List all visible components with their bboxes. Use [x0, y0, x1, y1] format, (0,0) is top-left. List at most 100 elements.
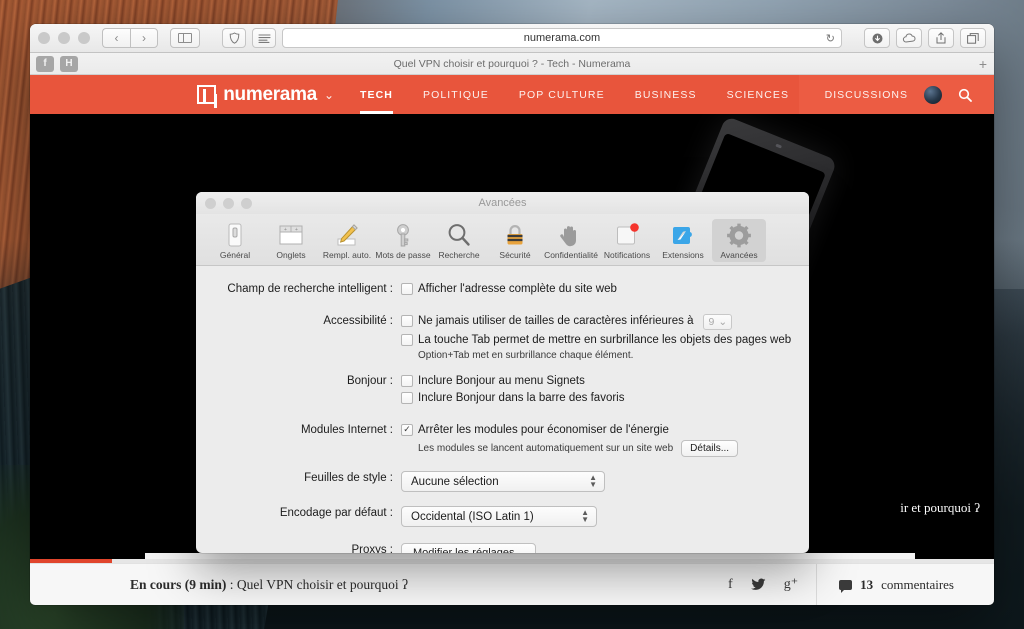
nav-item-politique[interactable]: POLITIQUE	[423, 75, 489, 114]
prefs-tab-search-label: Recherche	[438, 250, 480, 260]
downloads-button[interactable]	[864, 28, 890, 48]
bonjour-bookmarks-row[interactable]: Inclure Bonjour au menu Signets	[401, 374, 809, 388]
search-icon[interactable]	[958, 88, 972, 102]
forward-button[interactable]: ›	[130, 28, 158, 48]
prefs-tab-privacy[interactable]: Confidentialité	[544, 219, 598, 262]
svg-text:+: +	[295, 227, 298, 233]
minimize-button[interactable]	[58, 32, 70, 44]
bottom-status-title: Quel VPN choisir et pourquoi ʔ	[236, 576, 409, 592]
nav-item-discussions[interactable]: DISCUSSIONS	[825, 75, 908, 114]
site-nav-right: DISCUSSIONS	[798, 75, 994, 114]
plugins-details-button[interactable]: Détails...	[681, 440, 739, 458]
googleplus-share-icon[interactable]: g⁺	[784, 576, 798, 593]
prefs-tab-autofill[interactable]: Rempl. auto.	[320, 219, 374, 262]
prefs-tab-extensions[interactable]: Extensions	[656, 219, 710, 262]
safari-toolbar: ‹ › numerama.com ↻	[30, 24, 994, 53]
navigation-buttons: ‹ ›	[102, 28, 158, 48]
key-icon	[389, 222, 417, 249]
min-font-size-checkbox[interactable]	[401, 314, 413, 327]
share-button[interactable]	[928, 28, 954, 48]
encoding-value: Occidental (ISO Latin 1)	[411, 510, 534, 523]
notification-badge-icon	[613, 222, 641, 249]
gear-icon	[725, 222, 753, 249]
nav-item-business[interactable]: BUSINESS	[635, 75, 697, 114]
bonjour-favorites-row[interactable]: Inclure Bonjour dans la barre des favori…	[401, 391, 809, 405]
favorites-bar: f H Quel VPN choisir et pourquoi ? - Tec…	[30, 53, 994, 75]
shield-button[interactable]	[222, 28, 246, 48]
sidebar-button[interactable]	[170, 28, 200, 48]
chevron-down-icon: ⌄	[718, 315, 728, 328]
tab-highlight-label: La touche Tab permet de mettre en surbri…	[418, 333, 792, 346]
chevron-down-icon[interactable]: ⌄	[324, 88, 334, 102]
reload-button[interactable]: ↻	[826, 32, 835, 45]
download-icon	[872, 33, 882, 43]
tabs-icon: + +	[277, 222, 305, 249]
site-navbar: numerama ⌄ TECH POLITIQUE POP CULTURE BU…	[30, 75, 994, 114]
tab-title[interactable]: Quel VPN choisir et pourquoi ? - Tech - …	[30, 58, 994, 70]
tabs-overview-icon	[967, 32, 979, 44]
tab-highlight-row[interactable]: La touche Tab permet de mettre en surbri…	[401, 333, 809, 347]
row-smart-search: Champ de recherche intelligent : Affiche…	[196, 282, 809, 299]
address-bar-area: numerama.com ↻	[200, 28, 864, 48]
address-bar[interactable]: numerama.com ↻	[282, 28, 842, 48]
prefs-tab-privacy-label: Confidentialité	[544, 250, 598, 260]
comments-link[interactable]: 13 commentaires	[816, 564, 994, 605]
stylesheet-select[interactable]: Aucune sélection ▲ ▼	[401, 471, 605, 493]
tab-highlight-checkbox[interactable]	[401, 333, 413, 346]
stop-plugins-checkbox[interactable]: ✓	[401, 423, 413, 436]
prefs-tab-advanced[interactable]: Avancées	[712, 219, 766, 263]
icloud-tabs-button[interactable]	[896, 28, 922, 48]
bonjour-favorites-label: Inclure Bonjour dans la barre des favori…	[418, 392, 625, 405]
prefs-tab-security[interactable]: Sécurité	[488, 219, 542, 262]
padlock-icon	[501, 222, 529, 249]
avatar[interactable]	[924, 85, 942, 104]
show-all-tabs-button[interactable]	[960, 28, 986, 48]
bonjour-bookmarks-checkbox[interactable]	[401, 375, 413, 388]
nav-item-pop-culture[interactable]: POP CULTURE	[519, 75, 605, 114]
prefs-tab-passwords[interactable]: Mots de passe	[375, 219, 431, 262]
zoom-button[interactable]	[78, 32, 90, 44]
close-button[interactable]	[38, 32, 50, 44]
accessibility-label: Accessibilité :	[323, 314, 393, 327]
site-brand[interactable]: numerama ⌄	[30, 83, 360, 108]
comments-count: 13	[860, 576, 874, 592]
row-internet-plugins: Modules Internet : ✓ Arrêter les modules…	[196, 423, 809, 458]
reader-button[interactable]	[252, 28, 276, 48]
min-font-size-select[interactable]: 9 ⌄	[703, 313, 733, 330]
smart-search-checkbox-row[interactable]: Afficher l'adresse complète du site web	[401, 282, 809, 296]
proxies-label: Proxys :	[351, 544, 393, 553]
show-full-url-checkbox[interactable]	[401, 283, 413, 296]
prefs-tab-tabs[interactable]: + + Onglets	[264, 219, 318, 262]
prefs-tab-search[interactable]: Recherche	[432, 219, 486, 262]
nav-item-tech[interactable]: TECH	[360, 75, 393, 114]
bottom-status-sep: :	[226, 576, 237, 592]
min-font-size-label: Ne jamais utiliser de tailles de caractè…	[418, 314, 694, 327]
change-settings-button[interactable]: Modifier les réglages...	[401, 543, 536, 553]
nav-item-sciences[interactable]: SCIENCES	[727, 75, 789, 114]
row-stylesheet: Feuilles de style : Aucune sélection ▲ ▼	[196, 471, 809, 493]
svg-text:+: +	[284, 227, 287, 233]
smart-search-label: Champ de recherche intelligent :	[227, 283, 393, 296]
plugins-details-row: Les modules se lancent automatiquement s…	[418, 440, 809, 458]
window-traffic-lights[interactable]	[38, 32, 90, 44]
numerama-logo-icon	[197, 85, 217, 108]
cloud-icon	[902, 33, 915, 43]
facebook-share-icon[interactable]: f	[728, 577, 733, 593]
prefs-tab-general[interactable]: Général	[208, 219, 262, 262]
encoding-label: Encodage par défaut :	[279, 507, 393, 520]
back-button[interactable]: ‹	[102, 28, 130, 48]
stop-plugins-row[interactable]: ✓ Arrêter les modules pour économiser de…	[401, 423, 809, 437]
prefs-tab-notifications[interactable]: Notifications	[600, 219, 654, 262]
bonjour-favorites-checkbox[interactable]	[401, 392, 413, 405]
safari-preferences-window: Avancées Général + + Onglets Rempl. auto…	[196, 192, 809, 553]
stylesheet-value: Aucune sélection	[411, 475, 499, 488]
brand-name: numerama	[223, 83, 317, 105]
prefs-tab-advanced-label: Avancées	[720, 250, 758, 260]
encoding-select[interactable]: Occidental (ISO Latin 1) ▲ ▼	[401, 506, 597, 528]
prefs-tab-passwords-label: Mots de passe	[375, 250, 431, 260]
show-full-url-label: Afficher l'adresse complète du site web	[418, 283, 617, 296]
twitter-share-icon[interactable]	[750, 578, 766, 591]
min-font-size-row[interactable]: Ne jamais utiliser de tailles de caractè…	[401, 313, 809, 330]
preferences-body: Champ de recherche intelligent : Affiche…	[196, 266, 809, 553]
bottom-status-prefix: En cours (9 min)	[130, 576, 227, 592]
